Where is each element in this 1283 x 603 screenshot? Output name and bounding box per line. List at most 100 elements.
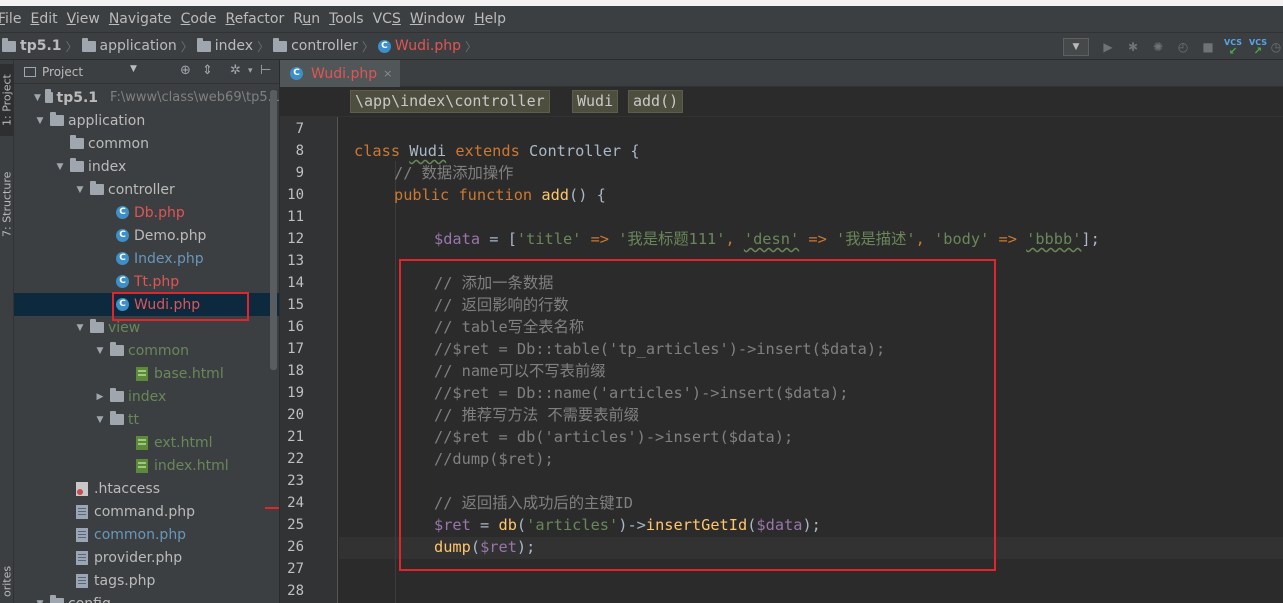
tree-row-common-php[interactable]: common.php (14, 523, 279, 546)
project-panel-title[interactable]: Project (42, 65, 83, 79)
expanded-arrow-icon[interactable]: ▼ (94, 415, 106, 425)
line-number: 26 (287, 539, 304, 555)
gear-dropdown-icon[interactable]: ▾ (248, 66, 253, 76)
tree-row-config[interactable]: ▼config (14, 592, 279, 603)
menu-file[interactable]: File (0, 6, 25, 32)
tree-row-view-common[interactable]: ▼ common (14, 339, 279, 362)
tree-row-provider-php[interactable]: provider.php (14, 546, 279, 569)
nav-crumb-application[interactable]: application 〉 (78, 32, 193, 60)
debug-icon[interactable]: ✱ (1122, 37, 1144, 57)
folder-icon (70, 135, 84, 149)
menu-tools[interactable]: Tools (325, 6, 368, 32)
tree-scrollbar[interactable] (270, 90, 277, 370)
tree-row-command-php[interactable]: command.php (14, 500, 279, 523)
coverage-icon[interactable]: ✺ (1147, 37, 1169, 57)
folder-icon (110, 388, 124, 402)
folder-icon (110, 342, 124, 356)
menu-code[interactable]: Code (177, 6, 221, 32)
run-icon[interactable]: ▶ (1097, 37, 1119, 57)
tree-row-htaccess[interactable]: .htaccess (14, 477, 279, 500)
stop-icon[interactable]: ■ (1197, 37, 1219, 57)
gear-icon[interactable]: ✲ (230, 63, 241, 78)
hide-panel-icon[interactable]: ⊢ (260, 63, 271, 78)
nav-crumb-controller[interactable]: controller 〉 (269, 32, 374, 60)
left-tool-strip: 1: Project 7: Structure orites (0, 60, 14, 603)
expanded-arrow-icon[interactable]: ▼ (74, 185, 86, 195)
tree-row-common[interactable]: common (14, 132, 279, 155)
code-line-10[interactable]: public function add() { (354, 184, 606, 206)
editor-crumb-class[interactable]: Wudi (572, 90, 619, 113)
editor-tab-bar: C Wudi.php × (280, 60, 1283, 87)
tree-row-db-php[interactable]: C Db.php (14, 201, 279, 224)
tool-tab-favorites[interactable]: orites (0, 560, 14, 603)
nav-crumb-index[interactable]: index 〉 (193, 32, 269, 60)
expanded-arrow-icon[interactable]: ▼ (34, 599, 46, 603)
editor-crumb-namespace[interactable]: \app\index\controller (350, 90, 550, 113)
folder-icon (110, 411, 124, 425)
folder-icon (81, 37, 96, 52)
project-panel: Project ▼ ⊕ ⇕ ✲ ▾ ⊢ ▼ tp5.1 F:\www\class\w… (14, 60, 280, 603)
tree-row-application[interactable]: ▼ application (14, 109, 279, 132)
collapse-all-icon[interactable]: ⇕ (202, 63, 213, 78)
tree-row-base-html[interactable]: base.html (14, 362, 279, 385)
php-class-icon: C (116, 229, 129, 242)
tree-row-ext-html[interactable]: ext.html (14, 431, 279, 454)
html-file-icon (136, 458, 148, 473)
menu-window[interactable]: Window (406, 6, 469, 32)
tree-row-view[interactable]: ▼ view (14, 316, 279, 339)
menu-edit[interactable]: Edit (26, 6, 61, 32)
folder-icon (90, 181, 104, 195)
php-file-icon (76, 573, 88, 588)
folder-icon (50, 595, 64, 603)
folder-icon (2, 37, 16, 52)
tree-row-tt-php[interactable]: C Tt.php (14, 270, 279, 293)
menu-bar: File Edit View Navigate Code Refactor Ru… (0, 6, 1283, 32)
line-number: 14 (287, 275, 304, 291)
code-line-12[interactable]: $data = ['title' => '我是标题111', 'desn' =>… (354, 228, 1100, 250)
vcs-commit-icon[interactable]: VCS ↗ (1247, 37, 1269, 57)
tree-row-controller[interactable]: ▼ controller (14, 178, 279, 201)
nav-crumb-project[interactable]: tp5.1 〉 (0, 32, 78, 60)
tree-row-tags-php[interactable]: tags.php (14, 569, 279, 592)
run-config-select[interactable]: ▼ (1063, 38, 1089, 56)
editor-crumb-method[interactable]: add() (628, 90, 684, 113)
expanded-arrow-icon[interactable]: ▼ (34, 93, 41, 103)
menu-help[interactable]: Help (470, 6, 510, 32)
history-icon[interactable]: ◷ (1271, 37, 1281, 57)
menu-vcs[interactable]: VCS (369, 6, 405, 32)
menu-refactor[interactable]: Refactor (221, 6, 288, 32)
menu-navigate[interactable]: Navigate (105, 6, 176, 32)
tree-row-index[interactable]: ▼ index (14, 155, 279, 178)
php-file-icon (76, 527, 88, 542)
close-icon[interactable]: × (383, 67, 392, 80)
vcs-update-icon[interactable]: VCS ↙ (1222, 37, 1244, 57)
code-line-8[interactable]: class Wudi extends Controller { (354, 140, 640, 162)
expanded-arrow-icon[interactable]: ▼ (34, 116, 46, 126)
tree-row-root[interactable]: ▼ tp5.1 F:\www\class\web69\tp5.1 (14, 86, 279, 109)
tab-wudi-php[interactable]: C Wudi.php × (280, 60, 400, 87)
locate-icon[interactable]: ⊕ (180, 63, 191, 78)
expanded-arrow-icon[interactable]: ▼ (54, 162, 66, 172)
nav-crumb-file[interactable]: C Wudi.php 〉 (374, 32, 477, 60)
code-editor[interactable]: class Wudi extends Controller { // 数据添加操… (339, 117, 1283, 603)
code-line-9[interactable]: // 数据添加操作 (354, 162, 513, 184)
line-number: 7 (295, 121, 304, 137)
profile-icon[interactable]: ◴ (1172, 37, 1194, 57)
menu-run[interactable]: Run (289, 6, 324, 32)
collapsed-arrow-icon[interactable]: ▶ (94, 392, 106, 402)
chevron-down-icon[interactable]: ▼ (130, 64, 137, 74)
tool-tab-project[interactable]: 1: Project (0, 64, 14, 136)
expanded-arrow-icon[interactable]: ▼ (94, 346, 106, 356)
menu-view[interactable]: View (63, 6, 104, 32)
php-class-icon: C (116, 206, 129, 219)
php-class-icon: C (116, 275, 129, 288)
tool-tab-structure[interactable]: 7: Structure (0, 156, 14, 252)
tree-row-demo-php[interactable]: C Demo.php (14, 224, 279, 247)
tree-row-view-tt[interactable]: ▼ tt (14, 408, 279, 431)
tree-row-view-index[interactable]: ▶ index (14, 385, 279, 408)
line-number: 21 (287, 429, 304, 445)
expanded-arrow-icon[interactable]: ▼ (74, 323, 86, 333)
tree-row-index-php[interactable]: C Index.php (14, 247, 279, 270)
highlight-box (399, 259, 996, 571)
tree-row-index-html[interactable]: index.html (14, 454, 279, 477)
